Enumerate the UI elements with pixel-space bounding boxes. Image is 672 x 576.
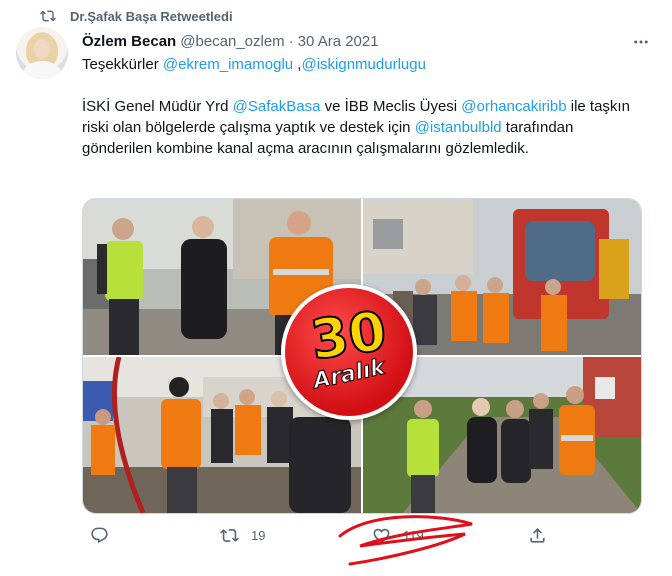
thanks-line: Teşekkürler @ekrem_imamoglu ,@iskignmudu… [82,56,426,73]
retweet-icon [220,529,239,542]
tweet-date[interactable]: 30 Ara 2021 [298,33,379,50]
retweet-context[interactable]: Dr.Şafak Başa Retweetledi [40,6,233,26]
mention-link[interactable]: @iskignmudurlugu [301,56,425,73]
reply-icon [91,527,108,544]
retweet-button[interactable]: 19 [220,526,265,545]
mention-link[interactable]: @SafakBasa [233,98,321,115]
action-bar: 19 119 [82,522,562,552]
mention-link[interactable]: @istanbulbld [415,119,502,136]
retweet-icon [40,10,56,22]
avatar[interactable] [16,27,68,79]
heart-icon [373,528,390,543]
like-count: 119 [403,528,424,543]
author-name[interactable]: Özlem Becan [82,33,176,50]
reply-button[interactable] [90,526,109,545]
share-button[interactable] [528,526,547,545]
mention-link[interactable]: @orhancakiribb [461,98,566,115]
author-handle[interactable]: @becan_ozlem [180,33,284,50]
mention-link[interactable]: @ekrem_imamoglu [163,56,293,73]
share-icon [530,528,545,543]
tweet-header: Özlem Becan @becan_ozlem · 30 Ara 2021 [82,30,652,52]
retweet-label: Dr.Şafak Başa Retweetledi [70,8,233,24]
more-icon[interactable] [632,33,650,51]
tweet-text: Teşekkürler @ekrem_imamoglu ,@iskignmudu… [82,54,642,180]
like-button[interactable]: 119 [372,526,424,545]
separator: · [288,32,294,50]
date-badge: 30 Aralık [281,284,417,420]
body-paragraph: İSKİ Genel Müdür Yrd @SafakBasa ve İBB M… [82,98,630,157]
retweet-count: 19 [251,528,266,543]
